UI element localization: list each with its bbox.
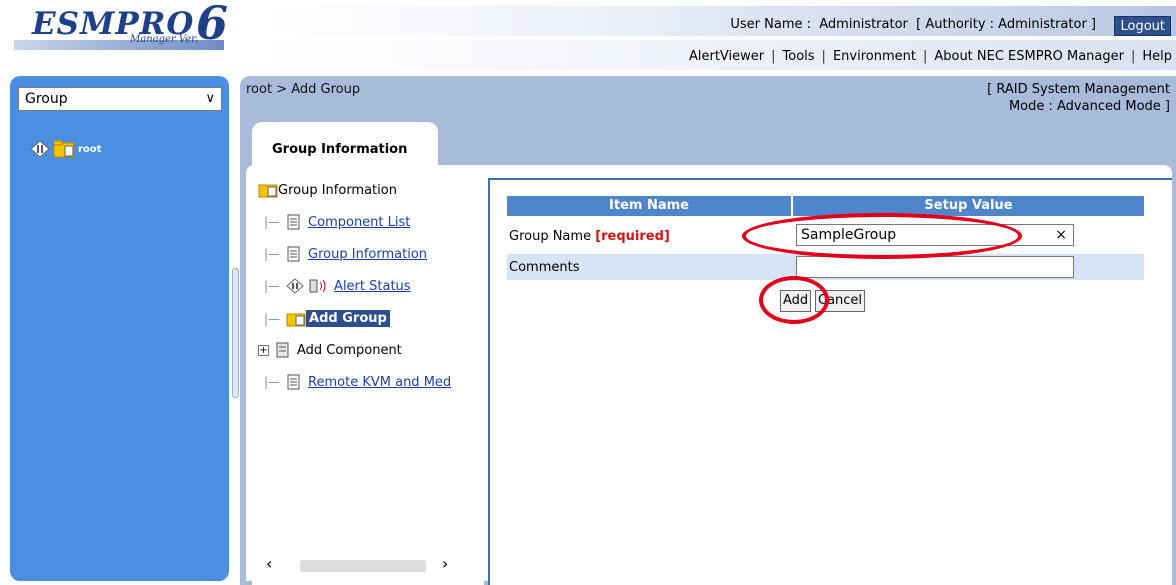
top-menu-bar: AlertViewer | Tools | Environment | Abou…	[260, 40, 1176, 70]
document-icon	[287, 246, 300, 262]
logo-subtitle: Manager Ver.	[130, 34, 198, 45]
mode-line-1: [ RAID System Management	[987, 82, 1170, 97]
logo-number: 6	[196, 0, 229, 50]
menu-alertviewer[interactable]: AlertViewer	[689, 49, 764, 64]
highlight-oval-group-name	[742, 213, 1022, 259]
group-name-text: Group Name	[509, 228, 596, 244]
sidebar-root-label: root	[78, 143, 102, 155]
chevron-down-icon: ∨	[205, 91, 215, 106]
alert-status-icon	[286, 278, 304, 294]
mode-line-2: Mode : Advanced Mode ]	[1008, 99, 1170, 114]
tree-connector: |—	[264, 215, 281, 229]
expand-icon[interactable]: +	[258, 344, 269, 356]
subtree-link-component-list[interactable]: Component List	[308, 215, 410, 230]
menu-separator: |	[922, 49, 928, 64]
group-selector-value: Group	[25, 91, 68, 107]
group-folder-icon	[53, 140, 75, 158]
menu-about[interactable]: About NEC ESMPRO Manager	[934, 49, 1124, 64]
form-header-row: Item Name Setup Value	[507, 196, 1144, 216]
menu-environment[interactable]: Environment	[833, 49, 916, 64]
subtree-link-remote-kvm[interactable]: Remote KVM and Med	[308, 375, 451, 390]
subtree-item-group-information[interactable]: |— Group Information	[264, 246, 427, 262]
top-menu: AlertViewer | Tools | Environment | Abou…	[689, 49, 1172, 64]
comments-label: Comments	[509, 259, 580, 275]
clear-icon[interactable]: ×	[1055, 225, 1067, 245]
tree-connector: |—	[264, 375, 281, 389]
document-icon	[287, 374, 300, 390]
menu-separator: |	[771, 49, 776, 64]
panel-splitter[interactable]	[232, 268, 239, 398]
subtree-link-alert-status[interactable]: Alert Status	[334, 279, 411, 294]
tree-connector: |—	[264, 247, 281, 261]
column-header-item-name: Item Name	[507, 196, 793, 216]
subtree-item-add-component[interactable]: + Add Component	[258, 342, 402, 358]
tree-connector: |—	[264, 311, 281, 326]
alert-status-icon	[30, 140, 50, 158]
subtree-link-group-information[interactable]: Group Information	[308, 247, 427, 262]
tab-group-information[interactable]: Group Information	[252, 122, 438, 168]
subtree-item-alert-status[interactable]: |— Alert Status	[264, 278, 411, 294]
menu-separator: |	[1130, 49, 1136, 64]
subtree-root-label: Group Information	[278, 182, 397, 198]
subtree-item-component-list[interactable]: |— Component List	[264, 214, 410, 230]
menu-tools[interactable]: Tools	[783, 49, 815, 64]
logout-button[interactable]: Logout	[1114, 16, 1171, 36]
required-marker: [required]	[595, 228, 670, 244]
group-folder-icon	[258, 184, 278, 198]
user-info: User Name : Administrator [ Authority : …	[730, 17, 1096, 32]
subtree-label-add-component: Add Component	[297, 342, 402, 358]
server-alert-icon	[309, 279, 326, 293]
esmpro-logo: ESMPRO 6 Manager Ver.	[14, 0, 260, 50]
scroll-left-icon[interactable]: ‹	[266, 554, 272, 573]
highlight-oval-add-button	[759, 276, 829, 324]
subtree-root[interactable]: Group Information	[258, 182, 397, 198]
breadcrumb: root > Add Group	[246, 82, 361, 97]
subtree-item-add-group[interactable]: |— Add Group	[264, 310, 390, 327]
subtree-scrollbar[interactable]: ‹ ›	[256, 554, 482, 585]
group-selector[interactable]: Group ∨	[18, 87, 222, 111]
subtree-selected-add-group[interactable]: Add Group	[306, 310, 390, 327]
header: ESMPRO 6 Manager Ver. User Name : Admini…	[0, 0, 1176, 70]
server-icon	[276, 342, 289, 358]
menu-separator: |	[821, 49, 826, 64]
comments-input[interactable]	[796, 256, 1074, 278]
scroll-right-icon[interactable]: ›	[442, 554, 448, 573]
user-strip: User Name : Administrator [ Authority : …	[260, 6, 1176, 36]
menu-help[interactable]: Help	[1142, 49, 1172, 64]
scroll-thumb[interactable]	[300, 560, 426, 572]
group-folder-icon	[286, 313, 306, 326]
subtree-item-remote-kvm[interactable]: |— Remote KVM and Med	[264, 374, 451, 390]
tree-connector: |—	[264, 279, 281, 293]
mode-info: [ RAID System Management Mode : Advanced…	[987, 81, 1170, 115]
document-icon	[287, 214, 300, 230]
group-subtree: Group Information |— Component List |— G…	[252, 174, 484, 585]
sidebar-tree-root[interactable]: root	[30, 140, 101, 158]
